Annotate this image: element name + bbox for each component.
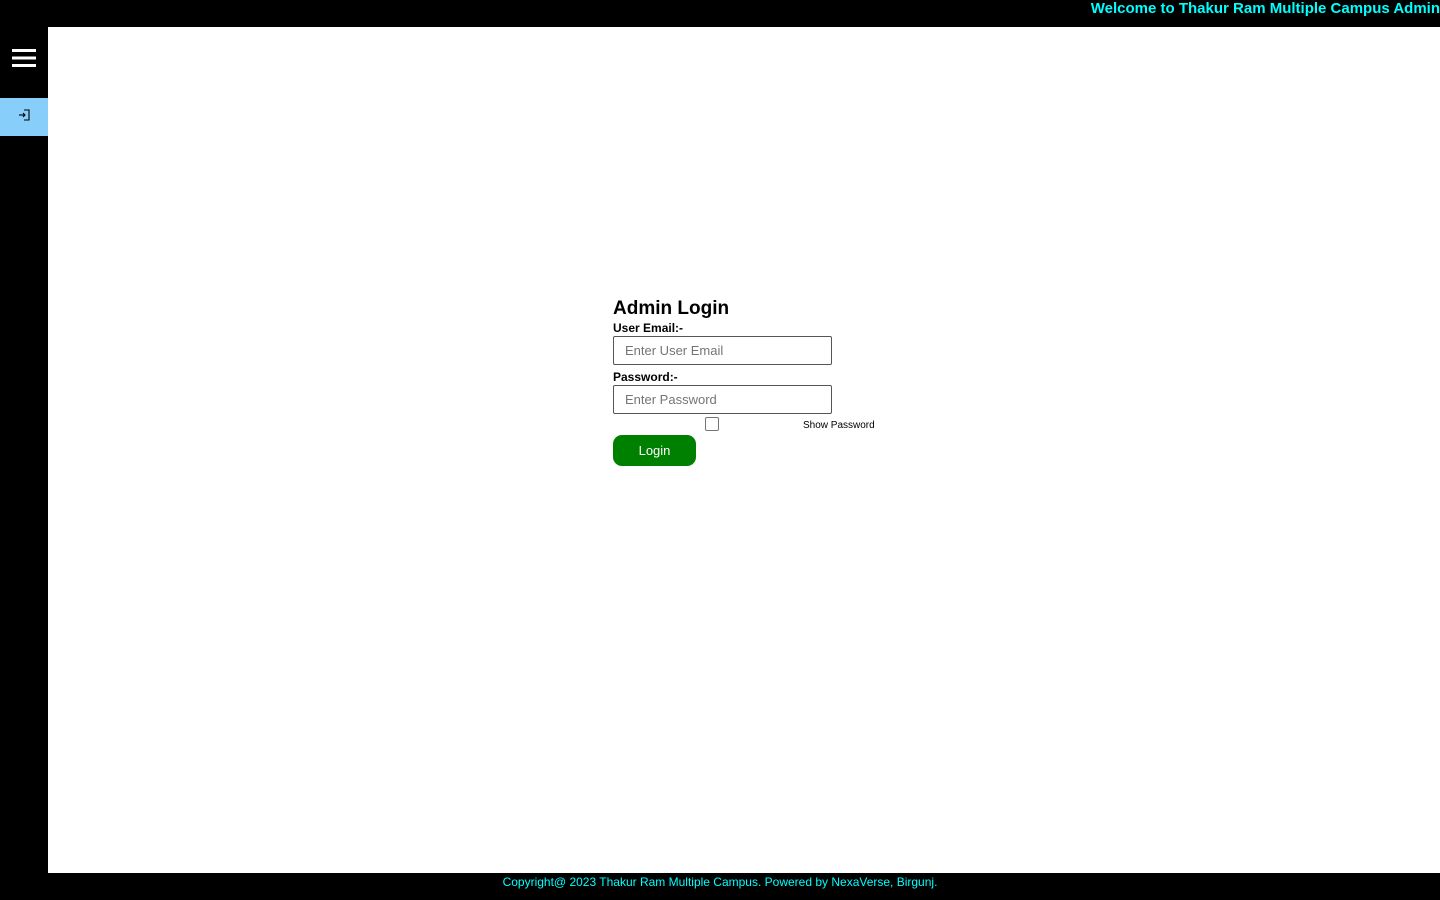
sign-in-icon [18, 108, 30, 126]
email-field[interactable] [613, 336, 832, 365]
login-button[interactable]: Login [613, 435, 696, 466]
sidebar-item-login[interactable] [0, 98, 48, 136]
show-password-label: Show Password [803, 420, 875, 431]
top-bar: Welcome to Thakur Ram Multiple Campus Ad… [0, 0, 1440, 27]
email-label: User Email:- [613, 321, 684, 335]
sidebar [0, 27, 48, 873]
copyright-text: Copyright@ 2023 Thakur Ram Multiple Camp… [502, 875, 938, 889]
show-password-row: Show Password [613, 415, 883, 434]
main-content: Admin Login User Email:- Password:- Show… [48, 27, 1440, 873]
menu-toggle-button[interactable] [0, 27, 48, 93]
page-title: Admin Login [613, 298, 730, 319]
welcome-banner: Welcome to Thakur Ram Multiple Campus Ad… [1090, 0, 1440, 17]
footer: Copyright@ 2023 Thakur Ram Multiple Camp… [0, 873, 1440, 900]
password-label: Password:- [613, 370, 678, 384]
hamburger-menu-icon [12, 47, 36, 74]
show-password-checkbox[interactable] [705, 417, 719, 431]
admin-login-form: Admin Login User Email:- Password:- Show… [613, 298, 883, 466]
password-field[interactable] [613, 385, 832, 414]
